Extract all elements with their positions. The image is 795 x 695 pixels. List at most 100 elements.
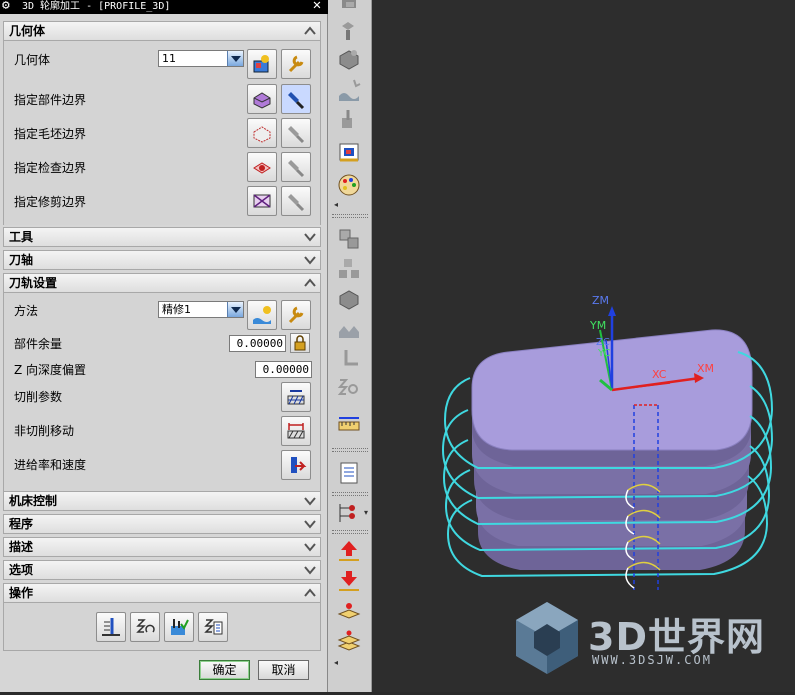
method-view-icon [339,79,361,101]
toolbar-button-4[interactable] [336,78,362,104]
lock-icon [294,335,306,351]
toolbar-expand-icon[interactable]: ◂ [334,200,338,209]
chevron-down-icon[interactable] [227,302,243,317]
chevron-down-icon [304,256,316,265]
toolbar-button-5[interactable] [336,108,362,134]
z-offset-input[interactable]: 0.00000 [255,361,312,378]
part-boundary-label: 指定部件边界 [14,93,87,107]
paste-object-icon [339,290,359,310]
new-geometry-button[interactable] [247,49,277,79]
check-boundary-icon [253,162,271,174]
toolbar-button-13[interactable] [336,376,362,402]
edit-method-button[interactable] [281,300,311,330]
chevron-down-icon[interactable] [227,51,243,66]
toolbar-separator [332,530,368,534]
method-label: 方法 [14,304,39,318]
section-tool-header[interactable]: 工具 [3,227,321,247]
gear-icon[interactable]: ⚙ [2,0,10,13]
section-label: 程序 [9,517,34,531]
display-part-boundary-button[interactable] [281,84,311,114]
generate-object-icon [344,350,358,366]
feeds-speeds-icon [291,457,307,473]
section-description-header[interactable]: 描述 [3,537,321,557]
chevron-down-icon [304,497,316,506]
toolbar-button-7[interactable] [336,172,362,198]
toolbar-button-19[interactable] [336,598,362,624]
part-stock-input[interactable]: 0.00000 [229,335,286,352]
close-icon[interactable]: ✕ [308,0,326,14]
graphics-viewport[interactable]: ZM YM ZC YC XC XM [372,0,795,692]
display-check-boundary-button[interactable] [281,152,311,182]
toolbar-button-11[interactable] [336,316,362,342]
section-axis-header[interactable]: 刀轴 [3,250,321,270]
toolbar-button-6[interactable] [336,140,362,166]
section-label: 操作 [9,586,34,600]
toolbar-button-12[interactable] [336,346,362,372]
flashlight-icon [288,194,305,212]
chevron-up-icon [304,588,316,597]
chevron-down-icon [304,543,316,552]
blank-boundary-label: 指定毛坯边界 [14,127,87,141]
method-select[interactable]: 精修1 [158,301,244,318]
generate-toolpath-icon [102,618,120,636]
dropdown-arrow-icon[interactable]: ▾ [364,508,368,517]
cut-params-button[interactable] [281,382,311,412]
toolbar-button-20[interactable] [336,628,362,654]
flashlight-icon [288,92,305,110]
flashlight-icon [288,126,305,144]
toolbar-button-17[interactable] [336,538,362,564]
section-options-header[interactable]: 选项 [3,560,321,580]
chevron-down-icon [304,233,316,242]
toolbar-button-8[interactable] [336,226,362,252]
blank-boundary-button[interactable] [247,118,277,148]
toolbar-button-2[interactable] [336,18,362,44]
non-cut-moves-button[interactable] [281,416,311,446]
display-trim-boundary-button[interactable] [281,186,311,216]
check-boundary-button[interactable] [247,152,277,182]
section-actions-header[interactable]: 操作 [3,583,321,603]
toolbar-button-10[interactable] [336,286,362,312]
verify-button[interactable] [164,612,194,642]
list-button[interactable] [198,612,228,642]
move-up-icon [339,541,359,561]
section-machine-control-header[interactable]: 机床控制 [3,491,321,511]
toolbar-button-16[interactable] [336,500,362,526]
edit-geometry-button[interactable] [281,49,311,79]
move-down-icon [339,571,359,591]
section-geometry-header[interactable]: 几何体 [3,21,321,41]
axis-label-ym: YM [589,319,606,332]
check-boundary-label: 指定检查边界 [14,161,87,175]
geometry-view-icon [339,50,359,70]
toolbar-expand-icon[interactable]: ◂ [334,658,338,667]
axis-label-xm: XM [697,362,714,375]
ok-button[interactable]: 确定 [199,660,250,680]
replay-button[interactable] [130,612,160,642]
section-label: 机床控制 [9,494,58,508]
shop-doc-icon [339,143,359,162]
section-program-header[interactable]: 程序 [3,514,321,534]
geometry-select[interactable]: 11 [158,50,244,67]
lock-button[interactable] [290,333,310,353]
chevron-up-icon [304,278,316,287]
part-3d-view: ZM YM ZC YC XC XM [441,294,774,590]
toolbar-button-15[interactable] [336,460,362,486]
feature-tree-icon [339,504,355,522]
toolbar-button-3[interactable] [336,46,362,72]
axis-label-xc: XC [652,368,667,381]
info-list-icon [340,462,358,484]
trim-boundary-button[interactable] [247,186,277,216]
cancel-button[interactable]: 取消 [258,660,309,680]
toolbar-button-14[interactable] [336,412,362,438]
toolbar-button-18[interactable] [336,568,362,594]
feeds-speeds-button[interactable] [281,450,311,480]
new-method-button[interactable] [247,300,277,330]
part-boundary-button[interactable] [247,84,277,114]
display-blank-boundary-button[interactable] [281,118,311,148]
z-offset-label: Z 向深度偏置 [14,363,87,377]
toolbar-button-9[interactable] [336,256,362,282]
tool-view-icon [342,22,354,40]
section-label: 刀轴 [9,253,34,267]
section-path-settings-header[interactable]: 刀轨设置 [3,273,321,293]
toolbar-separator [332,448,368,452]
generate-button[interactable] [96,612,126,642]
